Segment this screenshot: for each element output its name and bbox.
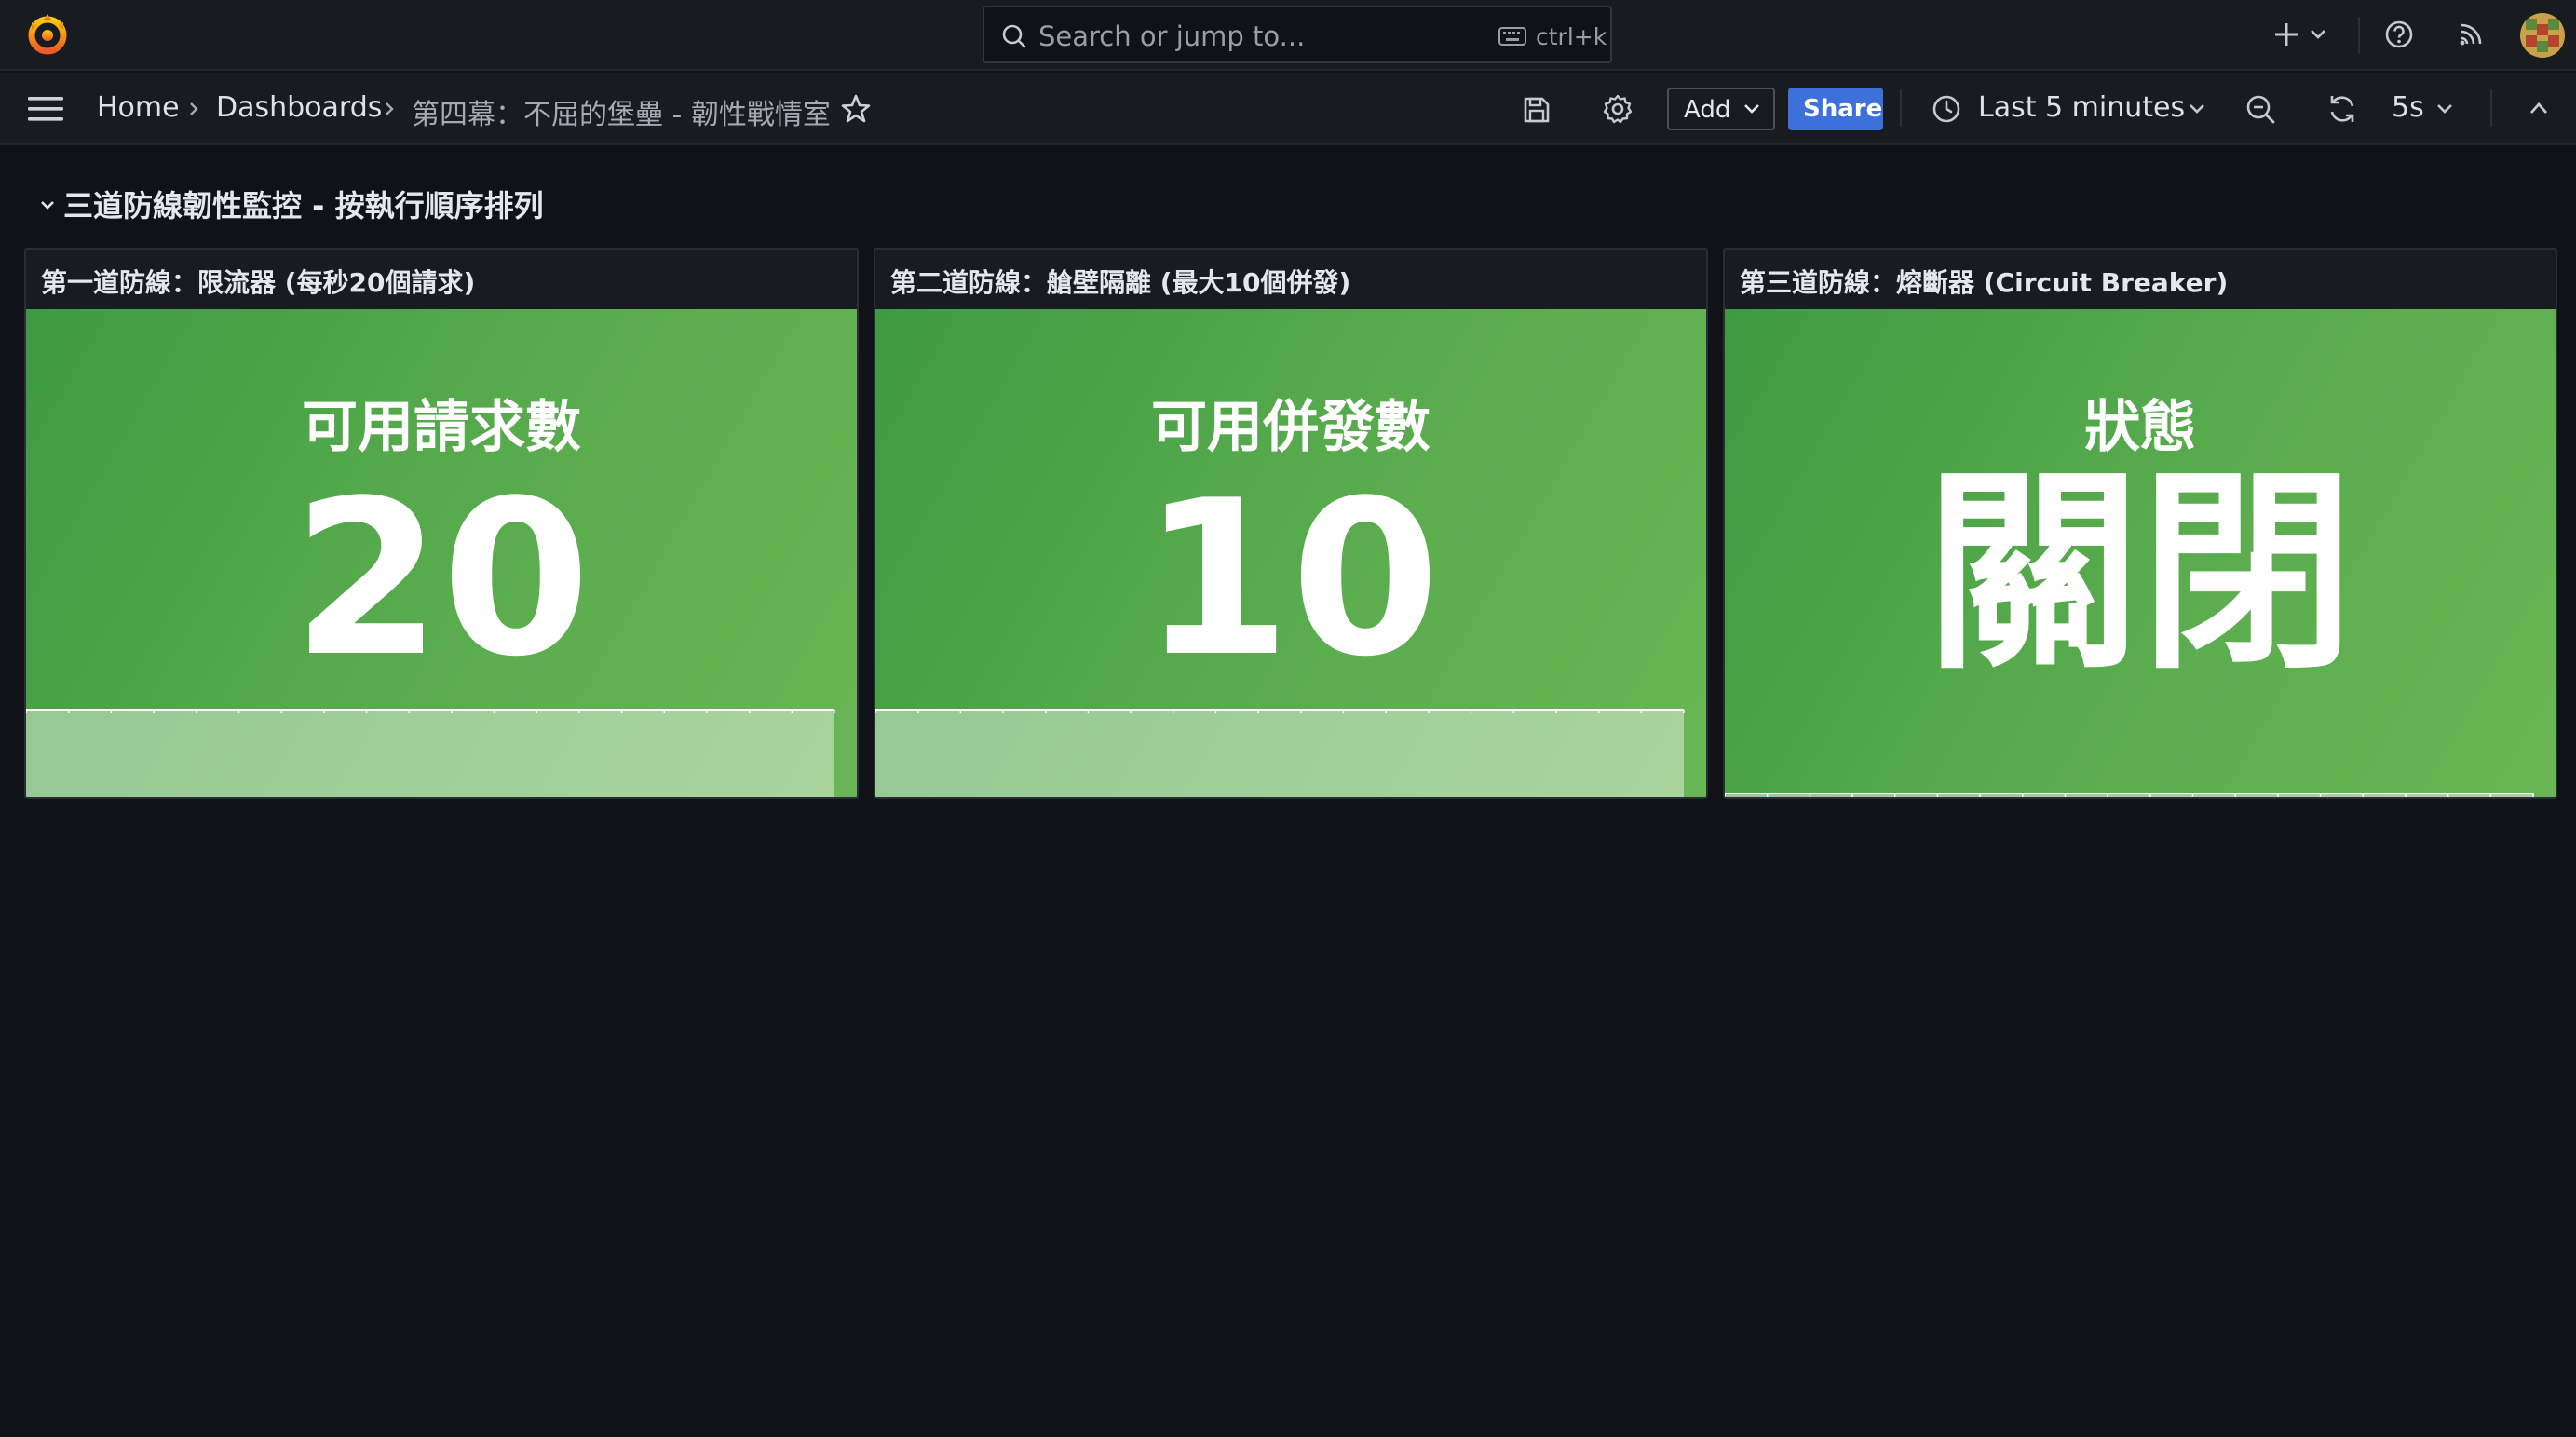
stat-panel-body: 可用請求數 20 xyxy=(26,309,857,797)
divider xyxy=(1900,89,1902,127)
help-icon[interactable] xyxy=(2384,20,2414,49)
panel-title: 第二道防線：艙壁隔離 (最大10個併發) xyxy=(890,267,1351,298)
star-icon[interactable] xyxy=(840,93,872,125)
search-placeholder: Search or jump to... xyxy=(1038,20,1306,52)
stat-value: 20 xyxy=(291,455,591,704)
stat-label: 可用請求數 xyxy=(302,395,581,460)
breadcrumb-home[interactable]: Home xyxy=(97,91,180,124)
settings-gear-icon[interactable] xyxy=(1602,93,1634,125)
chevron-down-icon[interactable] xyxy=(2436,102,2453,115)
zoom-out-icon[interactable] xyxy=(2244,93,2276,125)
plus-icon[interactable] xyxy=(2272,20,2300,48)
panel-title: 第三道防線：熔斷器 (Circuit Breaker) xyxy=(1740,267,2229,298)
panel-circuit-breaker[interactable]: 第三道防線：熔斷器 (Circuit Breaker) 狀態 關閉 xyxy=(1723,248,2557,799)
clock-icon[interactable] xyxy=(1932,94,1961,124)
save-icon[interactable] xyxy=(1522,95,1552,125)
row-collapse-chevron-icon[interactable] xyxy=(39,199,56,212)
user-avatar[interactable] xyxy=(2520,13,2565,58)
divider xyxy=(2358,17,2360,54)
dashboard-nav-bar: Home Dashboards 第四幕：不屈的堡壘 - 韌性戰情室 Add Sh… xyxy=(0,73,2576,145)
news-feed-icon[interactable] xyxy=(2457,20,2485,48)
stat-label: 可用併發數 xyxy=(1151,395,1430,460)
add-button-label: Add xyxy=(1684,96,1731,124)
grafana-logo-icon[interactable] xyxy=(24,11,71,58)
stat-value: 關閉 xyxy=(1925,450,2354,698)
refresh-interval-picker[interactable]: 5s xyxy=(2392,91,2424,124)
share-button[interactable]: Share xyxy=(1788,88,1883,130)
refresh-icon[interactable] xyxy=(2326,93,2358,125)
share-button-label: Share xyxy=(1803,95,1883,123)
breadcrumb-dashboards[interactable]: Dashboards xyxy=(216,91,382,124)
top-bar: Search or jump to... ctrl+k xyxy=(0,0,2576,71)
chevron-down-icon[interactable] xyxy=(2310,28,2326,41)
chevron-right-icon xyxy=(386,102,394,115)
search-shortcut: ctrl+k xyxy=(1536,23,1607,50)
sparkline-area xyxy=(26,710,834,797)
stat-panel-body: 可用併發數 10 xyxy=(875,309,1706,797)
chevron-down-icon xyxy=(1744,104,1759,114)
sparkline-area xyxy=(875,710,1684,797)
divider xyxy=(2490,89,2492,127)
chevron-up-icon[interactable] xyxy=(2529,101,2548,115)
chevron-right-icon xyxy=(190,102,198,115)
menu-icon[interactable] xyxy=(26,94,65,124)
keyboard-icon xyxy=(1498,27,1526,46)
stat-value: 10 xyxy=(1141,455,1441,704)
chevron-down-icon[interactable] xyxy=(2189,102,2205,115)
panel-title: 第一道防線：限流器 (每秒20個請求) xyxy=(41,267,476,298)
stat-panel-body: 狀態 關閉 xyxy=(1725,309,2556,797)
search-input[interactable]: Search or jump to... ctrl+k xyxy=(983,6,1612,63)
add-button[interactable]: Add xyxy=(1667,88,1775,130)
panel-bulkhead[interactable]: 第二道防線：艙壁隔離 (最大10個併發) 可用併發數 10 xyxy=(874,248,1708,799)
panel-rate-limiter[interactable]: 第一道防線：限流器 (每秒20個請求) 可用請求數 20 xyxy=(24,248,859,799)
time-range-picker[interactable]: Last 5 minutes xyxy=(1978,91,2185,124)
row-title: 三道防線韌性監控 - 按執行順序排列 xyxy=(63,188,544,224)
search-icon xyxy=(1002,24,1026,48)
breadcrumb-current-dashboard: 第四幕：不屈的堡壘 - 韌性戰情室 xyxy=(412,99,831,131)
